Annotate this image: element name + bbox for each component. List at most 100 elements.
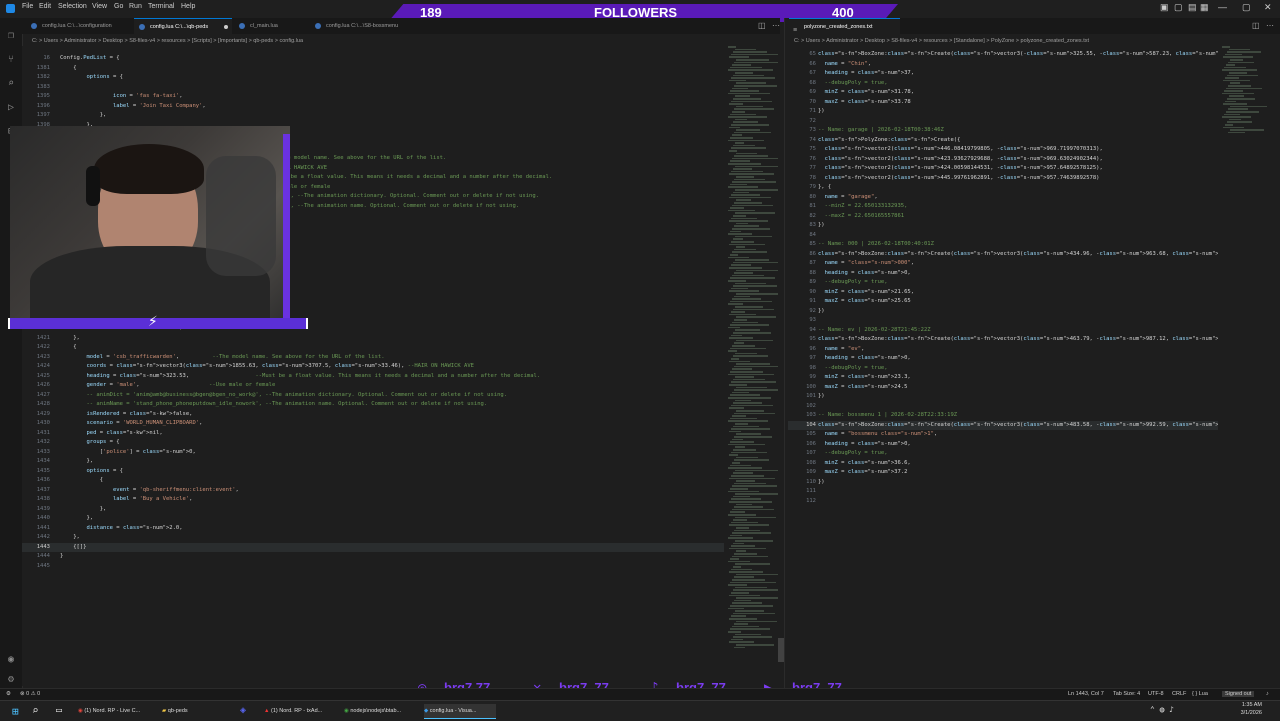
line-number[interactable]: 1422 [22, 343, 50, 353]
right-code-line[interactable]: 98 --debugPoly = true, [788, 364, 1218, 374]
right-code-line[interactable]: 106 heading = class="s-num">0, [788, 440, 1218, 450]
line-number[interactable]: 1426 [22, 381, 50, 391]
line-number[interactable]: 88 [788, 269, 816, 279]
code-text[interactable]: icon = 'fas fa-taxi', [60, 92, 183, 102]
right-code-line[interactable]: 105 name = "bossmenu class="s-num">1", [788, 430, 1218, 440]
line-number[interactable]: 1429 [22, 410, 50, 420]
left-code-line[interactable]: 1443 {[]} [22, 542, 724, 553]
code-text[interactable]: --debugPoly = true, [818, 364, 888, 374]
line-number[interactable]: 1442 [22, 533, 50, 543]
right-code-line[interactable]: 112 [788, 497, 1218, 507]
code-text[interactable]: event = 'qb-sheriffmenu:client:event', [60, 486, 239, 496]
run-debug-icon[interactable]: ▷ [5, 102, 17, 114]
line-number[interactable]: 1421 [22, 334, 50, 344]
code-text[interactable]: heading = class="s-num">0, [818, 440, 911, 450]
line-number[interactable]: 84 [788, 231, 816, 241]
left-code-line[interactable]: 1428 -- animName = 'stand_phone_phoneput… [22, 400, 724, 410]
code-text[interactable]: class="s-fn">BoxZone:class="s-fn">Create… [818, 335, 1218, 345]
line-number[interactable]: 100 [788, 383, 816, 393]
left-code-line[interactable]: 16 Config.PedList = { [22, 54, 724, 64]
line-number[interactable]: 90 [788, 288, 816, 298]
line-number[interactable]: 73 [788, 126, 816, 136]
right-code-line[interactable]: 78 class="s-fn">vector2(class="s-num">44… [788, 174, 1218, 184]
menu-edit[interactable]: Edit [39, 3, 51, 10]
right-code-line[interactable]: 89 --debugPoly = true, [788, 278, 1218, 288]
code-text[interactable]: }) [818, 307, 825, 317]
line-number[interactable]: 1445 [22, 562, 50, 572]
left-code-line[interactable]: 1435 options = { [22, 467, 724, 477]
language-mode[interactable]: { } Lua [1192, 691, 1208, 697]
layout-toggle-icon[interactable]: ▣ [1160, 2, 1169, 13]
left-code-line[interactable]: 1397 }, [22, 111, 724, 121]
windows-start-icon[interactable]: ⊞ [12, 705, 19, 718]
taskbar-search-icon[interactable]: ⌕ [32, 704, 39, 717]
line-number[interactable]: 1436 [22, 476, 50, 486]
code-text[interactable]: }, [60, 457, 93, 467]
code-text[interactable]: class="s-fn">BoxZone:class="s-fn">Create… [818, 250, 1218, 260]
line-number[interactable]: 110 [788, 478, 816, 488]
code-text[interactable]: {[]} [60, 543, 86, 553]
line-number[interactable]: 1425 [22, 372, 50, 382]
right-code-line[interactable]: 110}) [788, 478, 1218, 488]
code-text[interactable]: heading = class="s-num">37, [818, 69, 914, 79]
code-text[interactable]: } [60, 552, 63, 562]
line-number[interactable]: 104 [788, 421, 816, 431]
right-code-line[interactable]: 93 [788, 316, 1218, 326]
code-text[interactable]: minZ = class="s-num">31.78, [818, 88, 914, 98]
line-number[interactable]: 80 [788, 193, 816, 203]
minimap-right[interactable] [1220, 46, 1272, 136]
signed-out-badge[interactable]: Signed out [1222, 691, 1255, 697]
line-endings[interactable]: CRLF [1172, 691, 1186, 697]
right-code-line[interactable]: 88 heading = class="s-num">0, [788, 269, 1218, 279]
close-icon[interactable]: ✕ [1264, 2, 1272, 13]
left-code-line[interactable]: 1423 model = 'csb_trafficwarden', --The … [22, 353, 724, 363]
line-number[interactable]: 1430 [22, 419, 50, 429]
line-number[interactable]: 101 [788, 392, 816, 402]
line-number[interactable]: 1381 [22, 64, 50, 74]
code-text[interactable]: options = { [60, 73, 123, 83]
line-number[interactable]: 77 [788, 164, 816, 174]
code-text[interactable]: --debugPoly = true, [818, 278, 888, 288]
code-text[interactable]: { [60, 343, 76, 353]
left-code-line[interactable]: 1425 heading = class="s-num">323.53, --M… [22, 372, 724, 382]
manage-gear-icon[interactable]: ⚙ [5, 674, 17, 686]
code-text[interactable]: groups = { [60, 438, 120, 448]
menu-terminal[interactable]: Terminal [148, 3, 174, 10]
line-number[interactable]: 85 [788, 240, 816, 250]
line-number[interactable]: 1435 [22, 467, 50, 477]
tab-config-qb-peds[interactable]: config.lua C:\...\qb-peds [134, 18, 232, 34]
menu-run[interactable]: Run [129, 3, 142, 10]
line-number[interactable]: 79 [788, 183, 816, 193]
line-number[interactable]: 67 [788, 69, 816, 79]
tab-polyzone-created-zones[interactable]: ≡ polyzone_created_zones.txt [788, 18, 900, 34]
code-text[interactable]: label = 'Join Taxi Company', [60, 102, 206, 112]
line-number[interactable]: 70 [788, 98, 816, 108]
right-code-line[interactable]: 81 --minZ = 22.650133132935, [788, 202, 1218, 212]
left-code-line[interactable]: 1396 label = 'Join Taxi Company', [22, 102, 724, 112]
line-number[interactable]: 1383 [22, 83, 50, 93]
right-code-line[interactable]: 86 class="s-fn">BoxZone:class="s-fn">Crea… [788, 250, 1218, 260]
right-code-line[interactable]: 94 -- Name: ev | 2026-02-28T21:45:22Z [788, 326, 1218, 336]
tab-config-bossmenu[interactable]: config.lua C:\...\S8-bossmenu [310, 18, 420, 34]
line-number[interactable]: 1382 [22, 73, 50, 83]
line-number[interactable]: 1437 [22, 486, 50, 496]
menu-go[interactable]: Go [114, 3, 123, 10]
right-code-line[interactable]: 97 heading = class="s-num">0, [788, 354, 1218, 364]
right-code-line[interactable]: 103 -- Name: bossmenu 1 | 2026-02-28T22:3… [788, 411, 1218, 421]
line-number[interactable]: 1433 [22, 448, 50, 458]
line-number[interactable]: 96 [788, 345, 816, 355]
tray-icons[interactable]: ⌃ ◍ ♪ [1150, 705, 1174, 714]
left-code-line[interactable]: 1438 label = 'Buy a Vehicle', [22, 495, 724, 505]
line-number[interactable]: 1439 [22, 505, 50, 515]
line-number[interactable]: 1443 [22, 543, 50, 553]
explorer-icon[interactable]: ❐ [5, 30, 17, 42]
taskbar-qb-peds[interactable]: ▰ qb-peds [162, 704, 212, 718]
code-text[interactable]: maxZ = class="s-num">33.78 [818, 98, 911, 108]
code-text[interactable]: }) [818, 221, 825, 231]
line-number[interactable]: 102 [788, 402, 816, 412]
code-text[interactable]: class="s-fn">vector2(class="s-num">445.9… [818, 174, 1100, 184]
left-code-line[interactable]: 1432 groups = { [22, 438, 724, 448]
code-text[interactable]: label = 'Buy a Vehicle', [60, 495, 192, 505]
left-code-line[interactable]: 1434 }, [22, 457, 724, 467]
left-code-line[interactable]: 1426 gender = 'male', --Use male or fema… [22, 381, 724, 391]
